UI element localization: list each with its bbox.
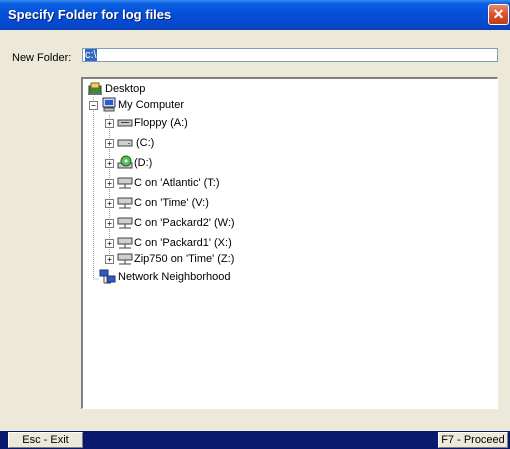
expand-icon[interactable]: + [105, 219, 114, 228]
new-folder-label: New Folder: [12, 52, 72, 64]
cd-drive-icon [117, 155, 133, 169]
hard-drive-icon [117, 139, 133, 147]
close-button[interactable]: ✕ [488, 4, 509, 25]
drive-label: C on 'Time' (V:) [134, 197, 209, 209]
exit-button[interactable]: Esc - Exit [8, 432, 83, 448]
new-folder-input[interactable]: c:\ [82, 48, 498, 62]
network-drive-icon [117, 197, 133, 209]
tree-label-network: Network Neighborhood [118, 271, 231, 283]
dialog-window: Specify Folder for log files ✕ New Folde… [0, 0, 510, 449]
window-title: Specify Folder for log files [8, 7, 172, 22]
desktop-icon [88, 82, 102, 95]
drive-label: Floppy (A:) [134, 117, 188, 129]
expand-icon[interactable]: + [105, 179, 114, 188]
proceed-button[interactable]: F7 - Proceed [438, 432, 508, 448]
title-bar[interactable]: Specify Folder for log files ✕ [0, 0, 510, 30]
expand-icon[interactable]: + [105, 159, 114, 168]
network-drive-icon [117, 237, 133, 249]
tree-label-desktop: Desktop [105, 83, 146, 95]
new-folder-value: c:\ [85, 49, 97, 61]
collapse-icon[interactable]: − [89, 101, 98, 110]
close-icon: ✕ [492, 6, 505, 22]
network-drive-icon [117, 177, 133, 189]
drive-label: (D:) [134, 157, 153, 169]
drive-label: C on 'Packard2' (W:) [134, 217, 235, 229]
network-neighborhood-icon [99, 269, 116, 284]
network-drive-icon [117, 217, 133, 229]
expand-icon[interactable]: + [105, 139, 114, 148]
folder-tree[interactable]: Desktop − My Computer + Floppy (A:) + (C… [81, 77, 498, 409]
status-bar: Esc - Exit F7 - Proceed [0, 431, 510, 449]
tree-label-my-computer: My Computer [118, 99, 185, 111]
expand-icon[interactable]: + [105, 239, 114, 248]
expand-icon[interactable]: + [105, 199, 114, 208]
drive-label: (C:) [136, 137, 155, 149]
drive-label: C on 'Atlantic' (T:) [134, 177, 220, 189]
drive-label: Zip750 on 'Time' (Z:) [134, 253, 235, 265]
floppy-drive-icon [117, 119, 133, 127]
drive-label: C on 'Packard1' (X:) [134, 237, 232, 249]
expand-icon[interactable]: + [105, 255, 114, 264]
computer-icon [102, 97, 116, 112]
expand-icon[interactable]: + [105, 119, 114, 128]
network-drive-icon [117, 253, 133, 265]
